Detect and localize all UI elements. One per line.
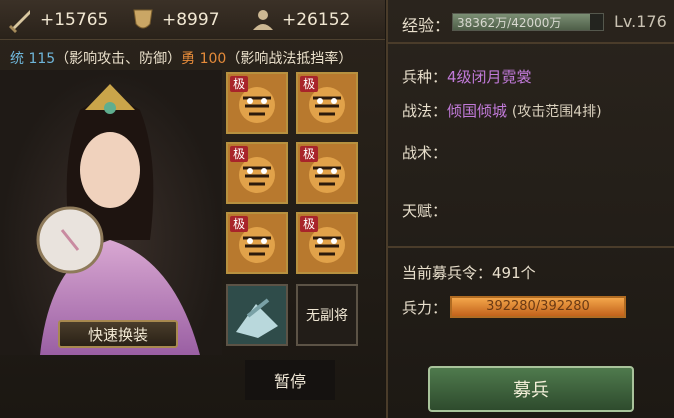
tong-attribute: 统 115 (10, 51, 56, 67)
quality-badge: 极 (300, 146, 318, 162)
talent-label: 天赋： (402, 202, 448, 220)
unit-type-label: 兵种： (402, 68, 448, 86)
attack-stat: +15765 (6, 6, 108, 34)
unit-type-row: 兵种：4级闭月霓裳 (402, 66, 532, 87)
tong-note: （影响攻击、防御） (55, 51, 182, 67)
divider (388, 246, 674, 248)
skill-row: 战术： (402, 142, 447, 163)
level-text: Lv.176 (614, 12, 667, 31)
skill-label: 战术： (402, 144, 448, 162)
troops-value: +26152 (282, 10, 351, 30)
equipment-slot-5[interactable]: 极 (226, 212, 288, 274)
talent-row: 天赋： (402, 200, 447, 221)
shield-icon (133, 9, 153, 29)
tactic-value[interactable]: 倾国倾城 (447, 102, 507, 120)
exp-text: 38362万/42000万 (457, 16, 562, 30)
general-portrait[interactable] (0, 70, 222, 355)
equipment-slot-6[interactable]: 极 (296, 212, 358, 274)
skill-book-icon (228, 286, 286, 344)
quick-equip-button[interactable]: 快速换装 (58, 320, 178, 348)
recruit-token-text: 当前募兵令：491个 (402, 264, 536, 282)
divider (388, 42, 674, 44)
exp-label: 经验： (402, 16, 451, 35)
quality-badge: 极 (300, 216, 318, 232)
troops-text: 392280/392280 (486, 299, 590, 314)
sword-icon (9, 10, 30, 33)
tactic-note: (攻击范围4排) (511, 104, 602, 120)
quality-badge: 极 (230, 76, 248, 92)
portrait-illustration (36, 84, 200, 355)
equipment-slot-4[interactable]: 极 (296, 142, 358, 204)
troops-label: 兵力： (402, 299, 448, 317)
exp-bar: 38362万/42000万 (452, 13, 604, 31)
skill-book-slot[interactable] (226, 284, 288, 346)
tactic-row: 战法：倾国倾城 (攻击范围4排) (402, 100, 602, 121)
quality-badge: 极 (300, 76, 318, 92)
defense-value: +8997 (162, 10, 220, 30)
general-panel: +15765 +8997 +26152 统 115 （影响攻击、防御） 勇 10… (0, 0, 385, 418)
info-panel: 经验： 38362万/42000万 Lv.176 兵种：4级闭月霓裳 战法：倾国… (386, 0, 674, 418)
person-icon (253, 10, 273, 30)
attack-value: +15765 (40, 10, 109, 30)
troops-stat: +26152 (248, 6, 350, 34)
yong-attribute: 勇 100 (181, 51, 227, 67)
stat-bar: +15765 +8997 +26152 (0, 0, 385, 40)
quality-badge: 极 (230, 216, 248, 232)
recruit-button[interactable]: 募兵 (428, 366, 634, 412)
troops-bar: 392280/392280 (450, 296, 626, 318)
attribute-line: 统 115 （影响攻击、防御） 勇 100 （影响战法抵挡率） (0, 44, 385, 72)
deputy-slot[interactable]: 无副将 (296, 284, 358, 346)
yong-note: （影响战法抵挡率） (226, 51, 353, 67)
equipment-slot-1[interactable]: 极 (226, 72, 288, 134)
pause-label[interactable]: 暂停 (245, 360, 335, 400)
tactic-label: 战法： (402, 102, 448, 120)
quality-badge: 极 (230, 146, 248, 162)
unit-type-value[interactable]: 4级闭月霓裳 (447, 68, 532, 86)
equipment-slot-3[interactable]: 极 (226, 142, 288, 204)
equipment-slot-2[interactable]: 极 (296, 72, 358, 134)
defense-stat: +8997 (128, 6, 220, 34)
